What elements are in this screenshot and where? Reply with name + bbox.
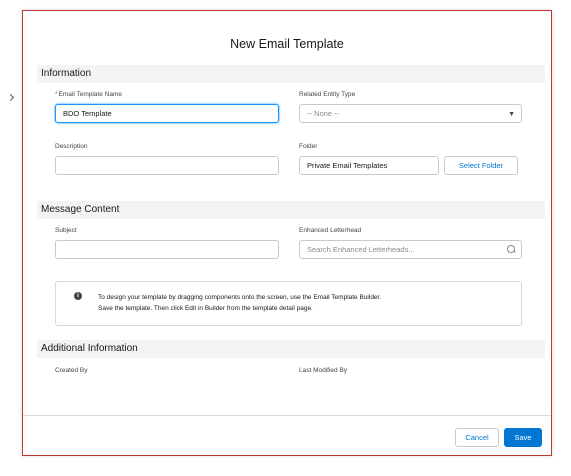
select-folder-button[interactable]: Select Folder [444,156,518,175]
footer-divider [23,415,551,416]
description-input[interactable] [55,156,279,175]
info-line-2: Save the template. Then click Edit in Bu… [98,305,313,312]
chevron-down-icon: ▼ [508,111,515,118]
new-email-template-modal: New Email Template Information *Email Te… [22,10,552,456]
info-icon: i [74,292,82,300]
folder-input[interactable]: Private Email Templates [299,156,439,175]
description-label: Description [55,143,88,150]
builder-info-text: To design your template by dragging comp… [98,292,381,314]
section-header-message-content: Message Content [37,201,545,219]
template-name-label: *Email Template Name [55,91,122,98]
related-entity-select[interactable]: -- None -- ▼ [299,104,522,123]
template-name-label-text: Email Template Name [58,91,122,98]
required-mark: * [55,91,58,98]
last-modified-by-label: Last Modified By [299,367,348,374]
template-name-input[interactable]: BDO Template [55,104,279,123]
created-by-label: Created By [55,367,88,374]
info-line-1: To design your template by dragging comp… [98,294,382,301]
folder-label: Folder [299,143,318,150]
cancel-button[interactable]: Cancel [455,428,499,447]
save-button[interactable]: Save [504,428,542,447]
builder-info-box: i To design your template by dragging co… [55,281,522,326]
subject-input[interactable] [55,240,279,259]
page-edge-chevron [6,93,15,102]
modal-title: New Email Template [230,37,344,51]
subject-label: Subject [55,227,77,234]
related-entity-label: Related Entity Type [299,91,356,98]
related-entity-value: -- None -- [307,109,340,118]
letterhead-label: Enhanced Letterhead [299,227,362,234]
section-header-additional-information: Additional Information [37,340,545,358]
section-header-information: Information [37,65,545,83]
search-icon [507,245,515,253]
letterhead-search-input[interactable]: Search Enhanced Letterheads... [299,240,522,259]
letterhead-placeholder: Search Enhanced Letterheads... [307,245,415,254]
